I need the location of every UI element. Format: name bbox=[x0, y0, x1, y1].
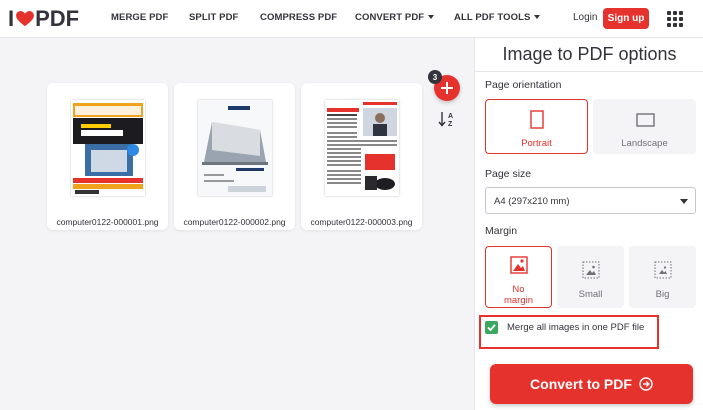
image-small-margin-icon bbox=[582, 261, 600, 279]
signup-button[interactable]: Sign up bbox=[603, 8, 649, 29]
svg-text:A: A bbox=[448, 113, 453, 120]
nav-split-pdf[interactable]: SPLIT PDF bbox=[189, 12, 238, 23]
nav-convert-pdf[interactable]: CONVERT PDF bbox=[355, 12, 435, 23]
portrait-page-icon bbox=[530, 110, 544, 129]
options-sidebar: Image to PDF options Page orientation Po… bbox=[474, 38, 703, 410]
login-link[interactable]: Login bbox=[573, 12, 597, 23]
no-margin-label-line2: margin bbox=[503, 295, 534, 306]
file-preview-image bbox=[325, 100, 399, 196]
title-divider bbox=[475, 71, 703, 72]
landscape-label: Landscape bbox=[621, 138, 668, 149]
image-no-margin-icon bbox=[510, 256, 528, 274]
checkmark-icon bbox=[487, 324, 496, 332]
chevron-down-icon bbox=[680, 199, 688, 204]
page-size-value: A4 (297x210 mm) bbox=[494, 196, 570, 207]
nav-compress-pdf[interactable]: COMPRESS PDF bbox=[260, 12, 337, 23]
page-size-select[interactable]: A4 (297x210 mm) bbox=[485, 187, 696, 214]
file-preview-image bbox=[71, 100, 145, 196]
sort-az-icon: A Z bbox=[438, 112, 453, 128]
page-size-label: Page size bbox=[485, 168, 532, 180]
logo-text-i: I bbox=[8, 6, 15, 31]
file-card[interactable]: computer0122-000002.png bbox=[174, 83, 295, 230]
merge-label[interactable]: Merge all images in one PDF file bbox=[507, 322, 644, 333]
svg-text:Z: Z bbox=[448, 121, 453, 128]
small-margin-label: Small bbox=[578, 289, 603, 300]
page-orientation-label: Page orientation bbox=[485, 79, 562, 91]
portrait-label: Portrait bbox=[521, 138, 552, 149]
margin-none-option[interactable]: No margin bbox=[485, 246, 552, 308]
file-card[interactable]: computer0122-000001.png bbox=[47, 83, 168, 230]
nav-merge-pdf[interactable]: MERGE PDF bbox=[111, 12, 168, 23]
sort-button[interactable]: A Z bbox=[437, 109, 457, 129]
file-name: computer0122-000002.png bbox=[183, 217, 286, 227]
no-margin-label-line1: No bbox=[512, 284, 525, 295]
nav-all-pdf-tools[interactable]: ALL PDF TOOLS bbox=[454, 12, 541, 23]
landscape-page-icon bbox=[636, 113, 655, 127]
file-card[interactable]: computer0122-000003.png bbox=[301, 83, 422, 230]
plus-icon bbox=[441, 82, 453, 94]
arrow-right-circle-icon bbox=[639, 377, 653, 391]
options-title: Image to PDF options bbox=[502, 44, 677, 64]
margin-small-option[interactable]: Small bbox=[557, 246, 624, 308]
file-preview-image bbox=[198, 100, 272, 196]
apps-grid-icon[interactable] bbox=[667, 11, 683, 27]
merge-checkbox[interactable] bbox=[485, 321, 498, 334]
heart-icon bbox=[16, 11, 35, 27]
file-count-badge: 3 bbox=[428, 70, 442, 84]
big-margin-label: Big bbox=[655, 289, 670, 300]
image-big-margin-icon bbox=[654, 261, 672, 279]
orientation-portrait-option[interactable]: Portrait bbox=[485, 99, 588, 154]
top-header: I PDF MERGE PDF SPLIT PDF COMPRESS PDF C… bbox=[0, 0, 703, 38]
ilovepdf-logo[interactable]: I PDF bbox=[8, 6, 79, 32]
chevron-down-icon bbox=[428, 15, 435, 20]
convert-label: Convert to PDF bbox=[530, 376, 632, 392]
chevron-down-icon bbox=[534, 15, 541, 20]
file-name: computer0122-000003.png bbox=[310, 217, 413, 227]
orientation-landscape-option[interactable]: Landscape bbox=[593, 99, 696, 154]
convert-to-pdf-button[interactable]: Convert to PDF bbox=[490, 364, 693, 404]
margin-big-option[interactable]: Big bbox=[629, 246, 696, 308]
margin-label: Margin bbox=[485, 225, 518, 237]
logo-text-pdf: PDF bbox=[35, 6, 80, 31]
file-name: computer0122-000001.png bbox=[56, 217, 159, 227]
